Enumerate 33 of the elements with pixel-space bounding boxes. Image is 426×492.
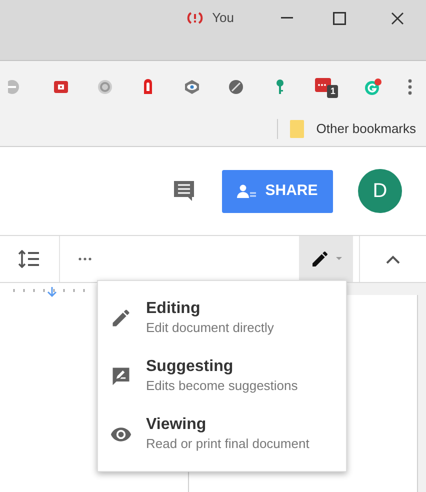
sync-error-icon xyxy=(186,11,204,25)
notification-badge: 1 xyxy=(327,84,338,98)
folder-icon xyxy=(290,120,304,138)
mode-description: Edit document directly xyxy=(146,319,274,337)
menu-dots-icon[interactable] xyxy=(408,78,412,95)
person-icon xyxy=(237,184,258,198)
mode-title: Suggesting xyxy=(146,357,234,377)
mode-description: Edits become suggestions xyxy=(146,377,298,395)
bookmark-folder[interactable]: Other bookmarks xyxy=(290,119,416,139)
pencil-icon xyxy=(110,307,132,329)
collapse-icon[interactable] xyxy=(386,254,400,264)
extension-icon[interactable] xyxy=(96,78,114,96)
mode-menu-item[interactable]: Viewing Read or print final document xyxy=(98,405,346,463)
eye-icon[interactable] xyxy=(183,78,202,96)
editing-mode-button[interactable] xyxy=(299,236,353,282)
share-button[interactable]: SHARE xyxy=(222,170,333,212)
profile-name[interactable]: You xyxy=(212,8,234,28)
line-spacing-icon[interactable] xyxy=(18,250,40,268)
suggest-edit-icon xyxy=(110,365,132,387)
comment-icon[interactable] xyxy=(172,179,196,203)
caret-icon xyxy=(336,257,342,261)
grammar-icon[interactable] xyxy=(364,78,382,96)
mode-title: Editing xyxy=(146,299,202,319)
close-icon xyxy=(390,12,404,24)
maximize-icon xyxy=(332,12,346,24)
pencil-icon xyxy=(310,249,330,269)
mode-menu-item[interactable]: Suggesting Edits become suggestions xyxy=(98,347,346,405)
mode-menu-item[interactable]: Editing Edit document directly xyxy=(98,289,346,347)
minimize-icon xyxy=(281,17,293,19)
mode-title: Viewing xyxy=(146,415,208,435)
mode-description: Read or print final document xyxy=(146,435,310,453)
more-icon[interactable] xyxy=(78,257,92,261)
avatar[interactable]: D xyxy=(358,169,402,213)
